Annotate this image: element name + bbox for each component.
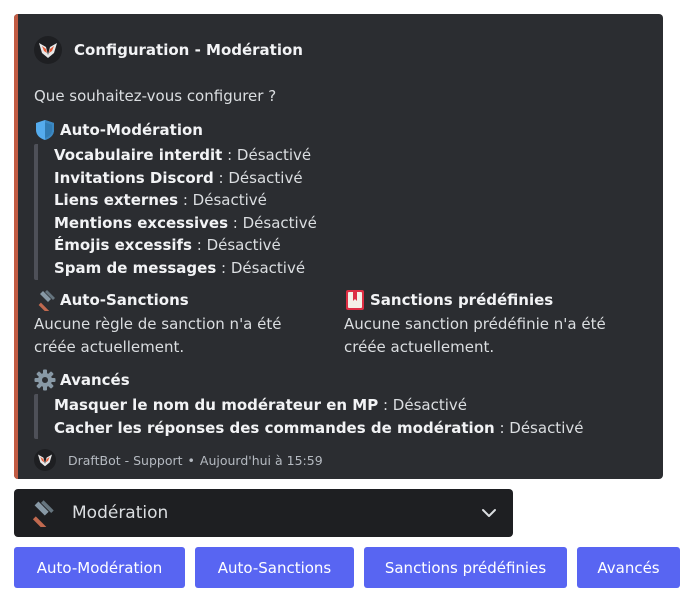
footer-text: DraftBot - Support: [68, 452, 183, 468]
footer-separator: •: [187, 452, 195, 468]
field-title-predefined-sanctions: Sanctions prédéfinies: [344, 289, 553, 311]
bookmark-book-icon: [344, 289, 366, 311]
list-item: Émojis excessifs : Désactivé: [54, 236, 281, 255]
embed-author-name: Configuration - Modération: [74, 41, 303, 59]
field-title-text: Sanctions prédéfinies: [370, 291, 554, 309]
chevron-down-icon: [482, 509, 496, 517]
list-item: Spam de messages : Désactivé: [54, 258, 306, 277]
advanced-list: Masquer le nom du modérateur en MP : Dés…: [34, 394, 584, 440]
moderation-select[interactable]: Modération: [14, 489, 513, 537]
auto-moderation-list: Vocabulaire interdit : Désactivé Invitat…: [34, 144, 317, 280]
field-title-auto-moderation: Auto-Modération: [34, 119, 203, 141]
predefined-sanctions-button[interactable]: Sanctions prédéfinies: [364, 547, 567, 588]
list-item: Masquer le nom du modérateur en MP : Dés…: [54, 396, 467, 414]
embed: Configuration - Modération Que souhaitez…: [14, 14, 663, 479]
embed-footer: DraftBot - Support • Aujourd'hui à 15:59: [34, 449, 323, 471]
embed-description: Que souhaitez-vous configurer ?: [34, 87, 277, 105]
draftbot-avatar-icon: [34, 36, 62, 64]
auto-moderation-button[interactable]: Auto-Modération: [14, 547, 185, 588]
field-title-text: Avancés: [60, 371, 130, 389]
hammer-icon: [26, 498, 56, 528]
list-item: Invitations Discord : Désactivé: [54, 168, 303, 187]
auto-sanctions-button[interactable]: Auto-Sanctions: [195, 547, 354, 588]
list-item: Liens externes : Désactivé: [54, 191, 267, 210]
footer-timestamp: Aujourd'hui à 15:59: [199, 452, 323, 468]
embed-author: Configuration - Modération: [34, 35, 303, 65]
list-item: Cacher les réponses des commandes de mod…: [54, 418, 584, 437]
list-item: Mentions excessives : Désactivé: [54, 213, 317, 232]
gear-icon: [34, 369, 56, 391]
hammer-icon: [34, 289, 56, 311]
field-title-auto-sanctions: Auto-Sanctions: [34, 289, 189, 311]
advanced-button[interactable]: Avancés: [577, 547, 680, 588]
shield-icon: [34, 119, 56, 141]
auto-sanctions-text: Aucune règle de sanction n'a été créée a…: [34, 315, 282, 356]
list-item: Vocabulaire interdit : Désactivé: [54, 146, 312, 164]
field-title-text: Auto-Modération: [60, 121, 203, 139]
predefined-sanctions-text: Aucune sanction prédéfinie n'a été créée…: [344, 315, 606, 356]
field-title-advanced: Avancés: [34, 369, 130, 391]
embed-accent-bar: [14, 14, 18, 479]
embed-content: Configuration - Modération Que souhaitez…: [34, 14, 651, 479]
select-value: Modération: [72, 503, 169, 523]
draftbot-footer-icon: [34, 449, 56, 471]
field-title-text: Auto-Sanctions: [60, 291, 189, 309]
